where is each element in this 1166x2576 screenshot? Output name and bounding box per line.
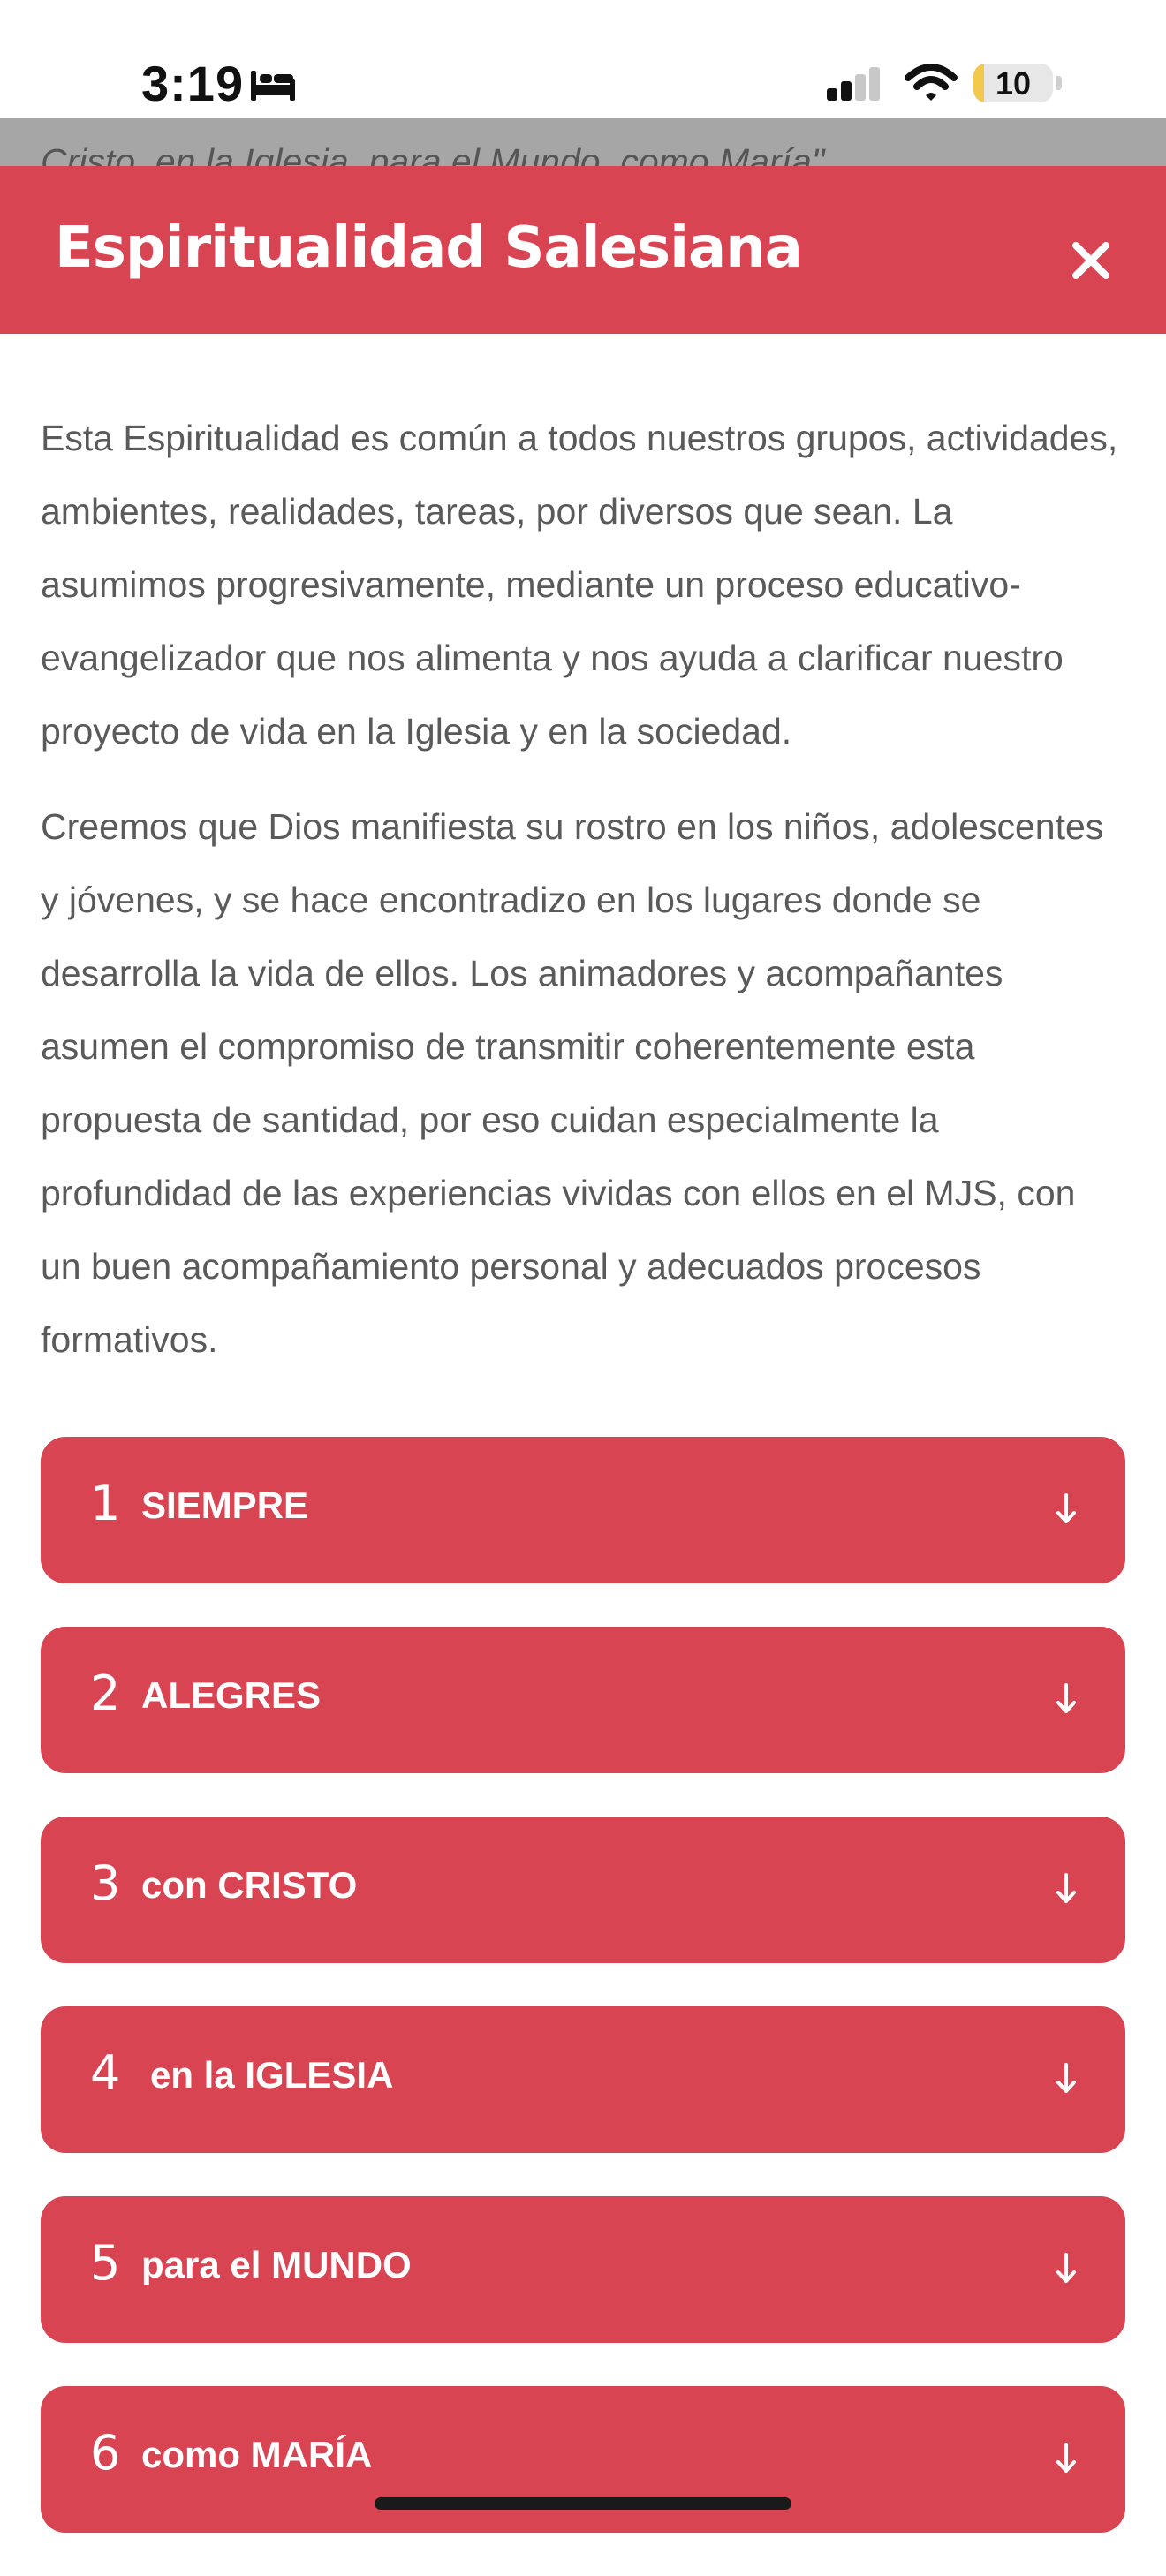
accordion-item-con-cristo[interactable]: 3 con CRISTO [41,1817,1125,1963]
cellular-signal-icon [827,67,880,101]
home-indicator[interactable] [375,2497,791,2510]
accordion-number: 6 [90,2425,121,2481]
accordion-label: ALEGRES [141,1674,322,1716]
arrow-down-icon [1056,1493,1076,1523]
accordion-list: 1 SIEMPRE 2 ALEGRES 3 con CRISTO 4 en la… [41,1437,1125,2576]
page-title: Espiritualidad Salesiana [55,215,803,281]
arrow-down-icon [1056,2253,1076,2283]
accordion-label: en la IGLESIA [150,2054,394,2096]
close-icon[interactable] [1060,230,1122,291]
status-bar: 3:19 10 [0,0,1166,118]
battery-icon: 10 [973,64,1053,102]
arrow-down-icon [1056,2063,1076,2093]
battery-tip [1056,76,1062,90]
battery-percent: 10 [995,65,1032,102]
accordion-number: 5 [90,2235,121,2291]
accordion-item-para-el-mundo[interactable]: 5 para el MUNDO [41,2196,1125,2343]
accordion-number: 1 [90,1476,121,1531]
paragraph-2: Creemos que Dios manifiesta su rostro en… [41,806,1104,1360]
arrow-down-icon [1056,1683,1076,1713]
bed-icon [251,71,295,101]
arrow-down-icon [1056,2443,1076,2473]
accordion-number: 3 [90,1855,121,1911]
modal-header: Espiritualidad Salesiana [0,166,1166,334]
wifi-icon [905,64,958,101]
accordion-label: SIEMPRE [141,1484,309,1526]
accordion-label: como MARÍA [141,2434,373,2475]
accordion-item-en-la-iglesia[interactable]: 4 en la IGLESIA [41,2006,1125,2153]
accordion-label: con CRISTO [141,1864,358,1906]
accordion-item-como-maria[interactable]: 6 como MARÍA [41,2386,1125,2533]
accordion-number: 2 [90,1666,121,1721]
paragraph-1: Esta Espiritualidad es común a todos nue… [41,418,1118,752]
arrow-down-icon [1056,1873,1076,1903]
accordion-label: para el MUNDO [141,2244,412,2285]
accordion-item-siempre[interactable]: 1 SIEMPRE [41,1437,1125,1583]
content-body: Esta Espiritualidad es común a todos nue… [41,402,1118,1399]
accordion-item-alegres[interactable]: 2 ALEGRES [41,1627,1125,1773]
status-time: 3:19 [141,56,245,111]
accordion-number: 4 [90,2045,121,2101]
